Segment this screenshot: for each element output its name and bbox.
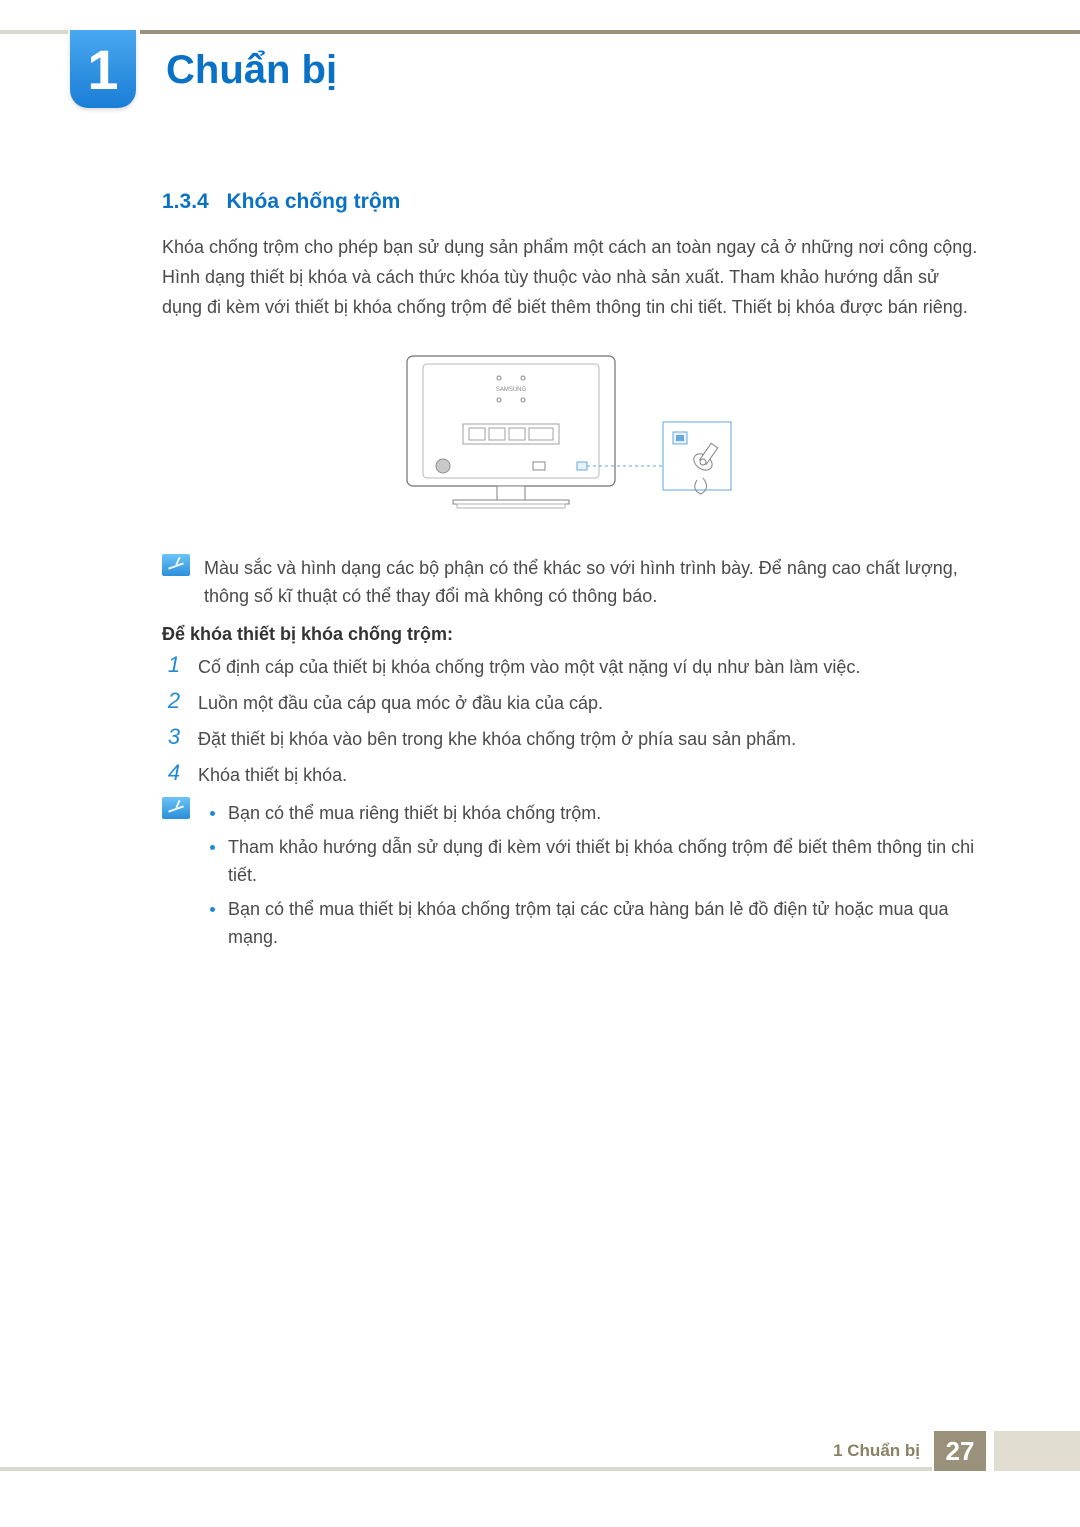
- chapter-number-tab: 1: [70, 30, 136, 108]
- note-icon: [162, 554, 190, 576]
- chapter-title: Chuẩn bị: [166, 48, 337, 93]
- bullet-item: Tham khảo hướng dẫn sử dụng đi kèm với t…: [204, 833, 984, 889]
- chapter-number: 1: [87, 37, 118, 102]
- intro-paragraph: Khóa chống trộm cho phép bạn sử dụng sản…: [162, 232, 984, 322]
- chapter-banner: 1 Chuẩn bị: [0, 30, 1080, 108]
- section-title: Khóa chống trộm: [227, 190, 401, 213]
- step-item: Khóa thiết bị khóa.: [162, 761, 984, 789]
- bullet-item: Bạn có thể mua riêng thiết bị khóa chống…: [204, 799, 984, 827]
- footer-stripe: [0, 1467, 932, 1471]
- note-icon: [162, 797, 190, 819]
- monitor-lock-diagram: SAMSUNG: [403, 350, 743, 530]
- diagram-wrap: SAMSUNG: [162, 350, 984, 530]
- content-area: 1.3.4 Khóa chống trộm Khóa chống trộm ch…: [162, 190, 984, 971]
- footer: 1 Chuẩn bị 27: [819, 1431, 986, 1471]
- step-item: Cố định cáp của thiết bị khóa chống trộm…: [162, 653, 984, 681]
- footer-page-number: 27: [934, 1431, 986, 1471]
- footer-bar-right: [994, 1431, 1080, 1471]
- steps-list: Cố định cáp của thiết bị khóa chống trộm…: [162, 653, 984, 789]
- section-heading: 1.3.4 Khóa chống trộm: [162, 190, 984, 214]
- note-block-1: Màu sắc và hình dạng các bộ phận có thể …: [162, 554, 984, 610]
- note-text: Màu sắc và hình dạng các bộ phận có thể …: [204, 554, 984, 610]
- footer-label: 1 Chuẩn bị: [819, 1431, 934, 1471]
- banner-stripe-left: [0, 30, 68, 34]
- brand-label: SAMSUNG: [496, 387, 527, 393]
- step-item: Luồn một đầu của cáp qua móc ở đầu kia c…: [162, 689, 984, 717]
- bullet-item: Bạn có thể mua thiết bị khóa chống trộm …: [204, 895, 984, 951]
- step-item: Đặt thiết bị khóa vào bên trong khe khóa…: [162, 725, 984, 753]
- note-block-2: Bạn có thể mua riêng thiết bị khóa chống…: [162, 797, 984, 957]
- steps-subheading: Để khóa thiết bị khóa chống trộm:: [162, 624, 984, 645]
- banner-stripe-right: [140, 30, 1080, 34]
- section-number: 1.3.4: [162, 190, 209, 213]
- note-bullets: Bạn có thể mua riêng thiết bị khóa chống…: [204, 799, 984, 957]
